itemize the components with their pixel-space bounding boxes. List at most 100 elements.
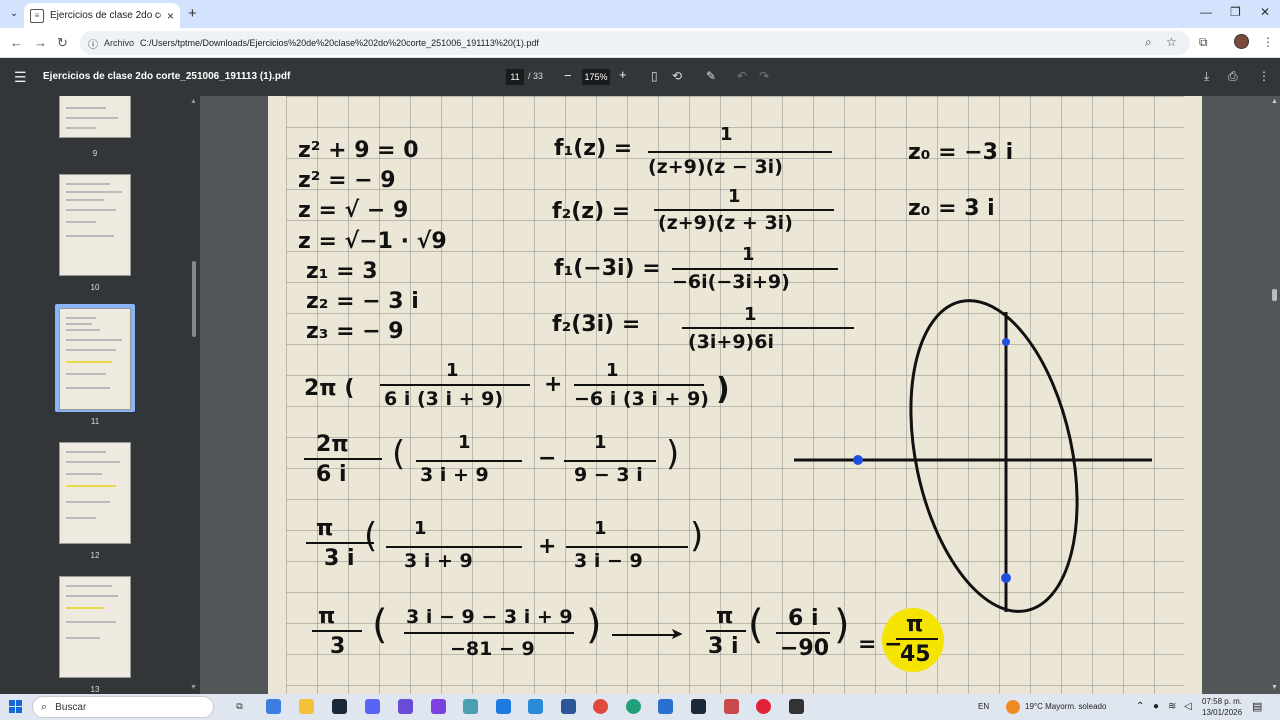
- clock-date[interactable]: 13/01/2026: [1202, 708, 1242, 717]
- line3-den2: 3 i − 9: [574, 550, 643, 572]
- forward-icon[interactable]: →: [34, 35, 47, 50]
- minimize-icon[interactable]: —: [1200, 5, 1212, 19]
- thumbnail-page[interactable]: [59, 174, 131, 276]
- wifi-icon[interactable]: ≋: [1168, 701, 1176, 712]
- app-icon[interactable]: [658, 699, 673, 714]
- rotate-icon[interactable]: ⟲: [672, 69, 682, 83]
- search-placeholder: Buscar: [55, 701, 87, 713]
- app-icon[interactable]: [431, 699, 446, 714]
- new-tab-icon[interactable]: +: [188, 5, 197, 22]
- pole-point: [853, 455, 863, 465]
- equation-line: z₂ = − 3 i: [306, 289, 419, 314]
- file-explorer-icon[interactable]: [299, 699, 314, 714]
- language-indicator[interactable]: EN: [978, 702, 989, 711]
- volume-icon[interactable]: ◁: [1184, 701, 1192, 712]
- steam-icon[interactable]: [691, 699, 706, 714]
- line2-prefix-num: 2π: [316, 432, 349, 457]
- app-icon[interactable]: [398, 699, 413, 714]
- weather-text[interactable]: 19°C Mayorm. soleado: [1025, 702, 1106, 711]
- app-icon[interactable]: [789, 699, 804, 714]
- edge-icon[interactable]: [626, 699, 641, 714]
- restore-icon[interactable]: ❐: [1230, 5, 1241, 19]
- menu-icon[interactable]: ☰: [14, 69, 27, 86]
- thumbnail-page[interactable]: [59, 576, 131, 678]
- extensions-icon[interactable]: ⧉: [1199, 35, 1208, 50]
- sidebar-scrollbar[interactable]: [192, 261, 196, 337]
- app-icon[interactable]: [463, 699, 478, 714]
- document-icon: ≡: [30, 8, 44, 23]
- equation-line: z = √ − 9: [298, 198, 409, 223]
- zoom-icon[interactable]: ⌕: [1145, 35, 1152, 50]
- fraction-bar: [566, 546, 688, 548]
- undo-icon[interactable]: ↶: [737, 69, 747, 83]
- weather-icon[interactable]: [1006, 700, 1020, 714]
- more-options-icon[interactable]: ⋮: [1258, 69, 1270, 83]
- document-viewer[interactable]: z² + 9 = 0 z² = − 9 z = √ − 9 z = √−1 · …: [200, 96, 1280, 694]
- avatar[interactable]: [1234, 34, 1249, 49]
- line2-operator: −: [538, 446, 557, 471]
- line3-num1: 1: [414, 518, 427, 539]
- app-icon[interactable]: [724, 699, 739, 714]
- pole-point: [1002, 338, 1010, 346]
- url-text[interactable]: C:/Users/tptme/Downloads/Ejercicios%20de…: [140, 38, 539, 48]
- arrow-head-icon: ➤: [670, 624, 684, 643]
- back-icon[interactable]: ←: [10, 35, 23, 50]
- browser-tab[interactable]: ≡ Ejercicios de clase 2do corte_25 ×: [24, 3, 180, 28]
- notification-icon[interactable]: ▤: [1252, 700, 1262, 713]
- thumbnail-label: 13: [90, 685, 100, 694]
- app-icon[interactable]: [496, 699, 511, 714]
- taskbar-search[interactable]: ⌕ Buscar: [32, 696, 214, 718]
- task-view-icon[interactable]: ⧉: [232, 699, 247, 714]
- info-icon[interactable]: ⓘ: [88, 36, 98, 51]
- bookmark-star-icon[interactable]: ☆: [1166, 35, 1177, 49]
- close-window-icon[interactable]: ✕: [1260, 5, 1270, 19]
- open-paren: (: [372, 602, 388, 648]
- zoom-input[interactable]: 175%: [582, 69, 610, 85]
- fraction-bar: [380, 384, 530, 386]
- line3-num2: 1: [594, 518, 607, 539]
- vscode-icon[interactable]: [528, 699, 543, 714]
- discord-icon[interactable]: [365, 699, 380, 714]
- scroll-up-icon[interactable]: ▲: [1271, 98, 1278, 105]
- scroll-down-icon[interactable]: ▼: [1271, 684, 1278, 691]
- redo-icon[interactable]: ↷: [759, 69, 769, 83]
- thumbnail-label: 12: [90, 551, 100, 560]
- annotate-icon[interactable]: ✎: [706, 69, 716, 83]
- fraction-bar: [386, 546, 522, 548]
- f2-eval-denominator: (3i+9)6i: [688, 331, 774, 353]
- thumbnail-page[interactable]: [59, 308, 131, 410]
- line1-num1: 1: [446, 360, 459, 381]
- pdf-toolbar: ☰ Ejercicios de clase 2do corte_251006_1…: [0, 58, 1280, 96]
- fraction-bar: [706, 630, 746, 632]
- clock-time[interactable]: 07:58 p. m.: [1202, 697, 1242, 706]
- fit-page-icon[interactable]: ▯: [651, 69, 658, 83]
- thumbnail-label: 9: [92, 149, 98, 158]
- tab-strip: ⌄ ≡ Ejercicios de clase 2do corte_25 × +…: [0, 0, 1280, 28]
- app-icon[interactable]: [756, 699, 771, 714]
- windows-start-icon[interactable]: [9, 700, 22, 713]
- address-bar[interactable]: ⓘ Archivo C:/Users/tptme/Downloads/Ejerc…: [80, 31, 1190, 55]
- more-menu-icon[interactable]: ⋮: [1262, 35, 1274, 49]
- thumbnail-label: 11: [90, 417, 100, 426]
- scroll-up-icon[interactable]: ▲: [190, 98, 197, 105]
- page-number-input[interactable]: 11: [506, 69, 524, 85]
- thumbnail-page[interactable]: [59, 442, 131, 544]
- chrome-icon[interactable]: [593, 699, 608, 714]
- line2-prefix-den: 6 i: [316, 462, 347, 487]
- tab-search-icon[interactable]: ⌄: [6, 6, 22, 22]
- reload-icon[interactable]: ↻: [57, 35, 68, 51]
- close-icon[interactable]: ×: [167, 9, 174, 23]
- download-icon[interactable]: ⤓: [1204, 69, 1209, 84]
- copilot-icon[interactable]: [266, 699, 281, 714]
- chevron-up-icon[interactable]: ⌃: [1136, 701, 1144, 712]
- print-icon[interactable]: ⎙: [1228, 69, 1238, 84]
- f1-eval-label: f₁(−3i) =: [554, 256, 661, 281]
- steam-icon[interactable]: [332, 699, 347, 714]
- thumbnail-page[interactable]: [59, 96, 131, 138]
- main-scrollbar[interactable]: [1272, 289, 1277, 301]
- scroll-down-icon[interactable]: ▼: [190, 684, 197, 691]
- word-icon[interactable]: [561, 699, 576, 714]
- zoom-in-icon[interactable]: +: [619, 67, 627, 82]
- zoom-out-icon[interactable]: −: [564, 68, 572, 83]
- microphone-icon[interactable]: ●: [1153, 701, 1159, 712]
